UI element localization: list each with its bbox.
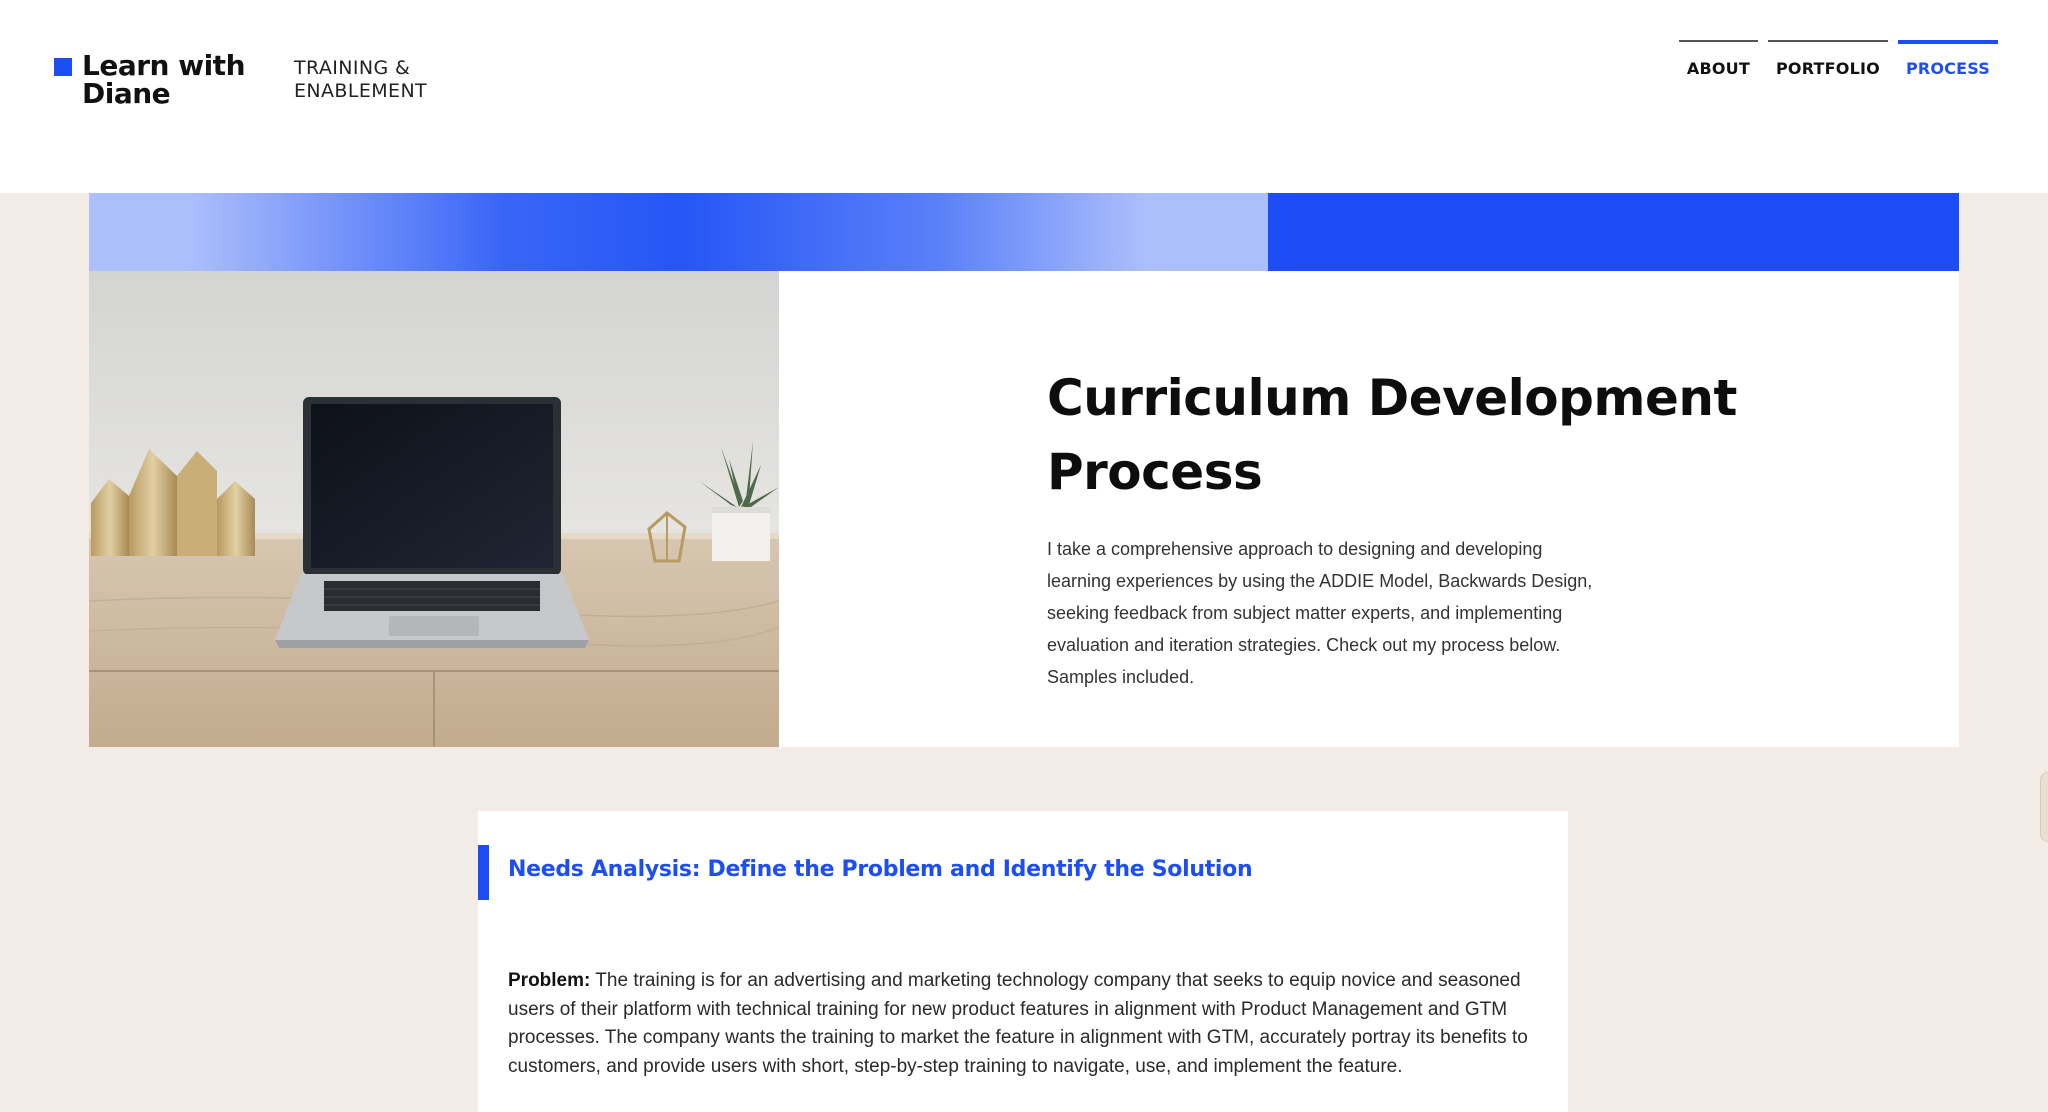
nav-item-portfolio[interactable]: PORTFOLIO <box>1768 40 1888 78</box>
scroll-handle[interactable] <box>2040 772 2048 842</box>
hero-image <box>89 271 779 747</box>
hero-description: I take a comprehensive approach to desig… <box>1047 539 1593 687</box>
needs-analysis-card: Needs Analysis: Define the Problem and I… <box>478 811 1568 1112</box>
problem-paragraph: Problem: The training is for an advertis… <box>508 967 1538 1081</box>
tagline-line-2: ENABLEMENT <box>294 80 428 102</box>
tagline-line-1: TRAINING & <box>294 57 411 79</box>
logo-line-2: Diane <box>82 77 171 110</box>
hero-card: Curriculum Development Process I take a … <box>89 271 1959 747</box>
logo-mark-icon <box>54 58 72 76</box>
main-nav: ABOUT PORTFOLIO PROCESS <box>1678 40 1998 78</box>
nav-item-label: PORTFOLIO <box>1776 59 1880 78</box>
problem-label: Problem: <box>508 970 591 991</box>
logo-line-1: Learn with <box>82 49 246 82</box>
nav-item-process[interactable]: PROCESS <box>1897 40 1998 78</box>
site-logo[interactable]: Learn with Diane <box>54 49 246 110</box>
page-title: Curriculum Development Process <box>1047 369 1737 501</box>
nav-item-label: ABOUT <box>1686 59 1750 78</box>
site-tagline: TRAINING & ENABLEMENT <box>294 57 427 103</box>
problem-text: The training is for an advertising and m… <box>508 970 1528 1077</box>
section-title: Needs Analysis: Define the Problem and I… <box>508 857 1253 882</box>
site-header: Learn with Diane TRAINING & ENABLEMENT A… <box>0 0 2048 193</box>
nav-item-about[interactable]: ABOUT <box>1678 40 1758 78</box>
logo-text: Learn with Diane <box>82 49 246 110</box>
hero-solid-banner <box>1268 193 1959 271</box>
section-accent-bar <box>478 845 489 900</box>
nav-item-label: PROCESS <box>1905 59 1990 78</box>
hero-gradient-banner <box>89 193 1268 271</box>
laptop-desk-illustration <box>89 271 779 747</box>
